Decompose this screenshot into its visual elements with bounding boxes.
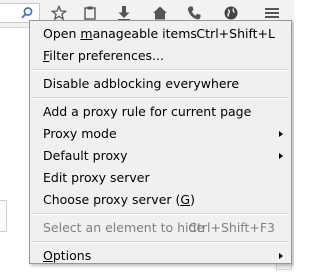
menu-item-label: Default proxy — [43, 148, 128, 163]
context-menu: Open manageable items Ctrl+Shift+L Filte… — [29, 20, 292, 264]
menu-item-label: Choose proxy server (G) — [43, 192, 195, 207]
browser-window: Open manageable items Ctrl+Shift+L Filte… — [0, 0, 294, 272]
menu-item-label: Add a proxy rule for current page — [43, 104, 252, 119]
shortcut-label: Ctrl+Shift+F3 — [188, 220, 275, 235]
menu-item-label: Options — [43, 248, 92, 263]
menu-item-edit-proxy-server[interactable]: Edit proxy server — [30, 167, 291, 189]
menu-item-label: Edit proxy server — [43, 170, 150, 185]
menu-item-disable-adblocking[interactable]: Disable adblocking everywhere — [30, 73, 291, 95]
menu-separator — [32, 213, 289, 215]
shortcut-label: Ctrl+Shift+L — [196, 26, 275, 41]
menu-item-proxy-mode[interactable]: Proxy mode — [30, 123, 291, 145]
menu-item-select-element-to-hide: Select an element to hide Ctrl+Shift+F3 — [30, 217, 291, 239]
menu-separator — [32, 241, 289, 243]
menu-item-options[interactable]: Options — [30, 245, 291, 267]
menu-item-choose-proxy-server[interactable]: Choose proxy server (G) — [30, 189, 291, 211]
menu-item-open-manageable-items[interactable]: Open manageable items Ctrl+Shift+L — [30, 23, 291, 45]
menu-item-label: Disable adblocking everywhere — [43, 76, 240, 91]
menu-separator — [32, 69, 289, 71]
menu-item-label: Filter preferences... — [43, 48, 164, 63]
menu-item-label: Select an element to hide — [43, 220, 205, 235]
menu-item-label: Proxy mode — [43, 126, 117, 141]
menu-item-label: Open manageable items — [43, 26, 197, 41]
menu-item-filter-preferences[interactable]: Filter preferences... — [30, 45, 291, 67]
submenu-arrow-icon — [279, 253, 283, 259]
menu-separator — [32, 97, 289, 99]
submenu-arrow-icon — [279, 153, 283, 159]
menu-item-add-proxy-rule[interactable]: Add a proxy rule for current page — [30, 101, 291, 123]
page-content-edge — [0, 200, 7, 232]
submenu-arrow-icon — [279, 131, 283, 137]
menu-item-default-proxy[interactable]: Default proxy — [30, 145, 291, 167]
